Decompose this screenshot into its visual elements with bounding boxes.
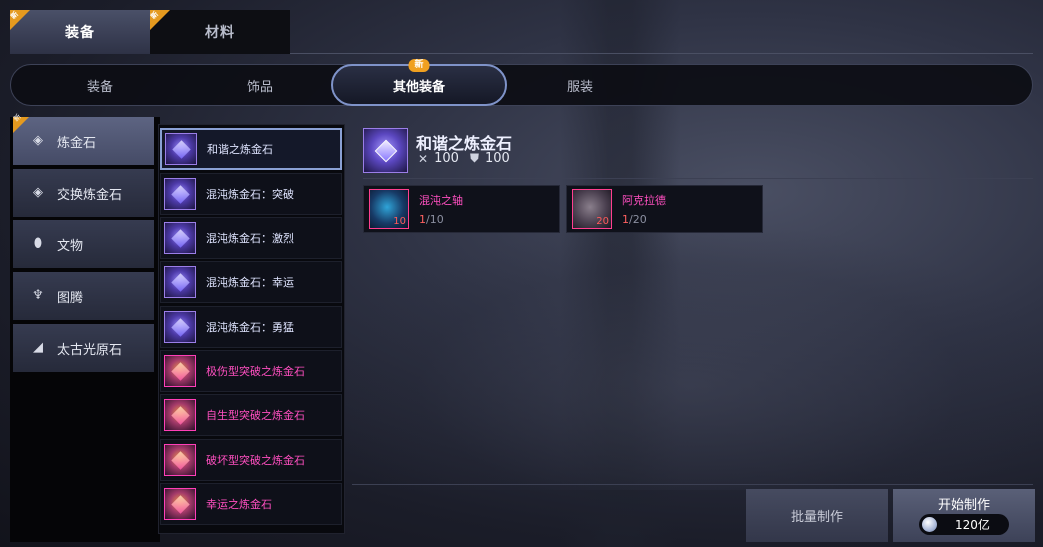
category-totem[interactable]: ♆ 图腾 (13, 272, 154, 320)
craft-cost: 120亿 (919, 514, 1009, 535)
item-thumbnail (165, 133, 197, 165)
totem-icon: ♆ (32, 288, 44, 303)
tab-equipment-label: 装备 (65, 25, 95, 41)
material-count: 1/10 (419, 213, 444, 226)
new-badge: 新 (408, 59, 430, 72)
item-thumbnail (164, 311, 196, 343)
attack-stat: ✕ 100 (418, 151, 459, 166)
gem-icon (171, 273, 190, 292)
gem-icon (171, 185, 190, 204)
subtab-label: 装备 (86, 79, 113, 95)
list-item[interactable]: 破坏型突破之炼金石 (160, 439, 342, 481)
subtab-other-equipment[interactable]: 新 其他装备 (331, 59, 507, 106)
material-info: 阿克拉德 1/20 (622, 192, 666, 226)
item-thumbnail (164, 355, 196, 387)
list-item[interactable]: 混沌炼金石：幸运 (160, 261, 342, 303)
detail-thumbnail (363, 128, 408, 173)
item-name: 混沌炼金石：突破 (206, 188, 294, 201)
crossed-swords-icon: ✕ (418, 151, 429, 166)
gem-icon (171, 451, 190, 470)
subtab-label: 饰品 (246, 79, 273, 95)
batch-craft-button[interactable]: 批量制作 (746, 489, 888, 542)
gem-icon (171, 318, 190, 337)
material-name: 阿克拉德 (622, 194, 666, 207)
gem-icon (171, 406, 190, 425)
material-level: 10 (393, 216, 406, 227)
item-thumbnail (164, 178, 196, 210)
bottom-divider (352, 484, 1033, 485)
item-name: 幸运之炼金石 (206, 498, 272, 511)
gem-icon (171, 362, 190, 381)
list-item[interactable]: 混沌炼金石：勇猛 (160, 306, 342, 348)
background-ridge (340, 230, 1040, 490)
subtab-accessories[interactable]: 饰品 (180, 64, 340, 106)
category-label: 交换炼金石 (57, 187, 123, 203)
new-corner-badge: 新 (12, 113, 29, 133)
exchange-stone-icon: ◈ (33, 185, 43, 200)
item-name: 破坏型突破之炼金石 (206, 454, 305, 467)
list-item[interactable]: 混沌炼金石：突破 (160, 173, 342, 215)
category-relic[interactable]: ⬮ 文物 (13, 220, 154, 268)
tab-equipment[interactable]: 新 装备 (9, 9, 150, 54)
item-name: 混沌炼金石：幸运 (206, 276, 294, 289)
category-label: 炼金石 (57, 135, 97, 151)
start-craft-button[interactable]: 开始制作 120亿 (893, 489, 1035, 542)
category-label: 太古光原石 (57, 342, 123, 358)
item-name: 和谐之炼金石 (207, 143, 273, 156)
cost-amount: 120亿 (955, 518, 990, 532)
material-slot[interactable]: 20 阿克拉德 1/20 (566, 185, 763, 233)
gem-icon (171, 495, 190, 514)
tab-divider (290, 53, 1033, 54)
item-name: 极伤型突破之炼金石 (206, 365, 305, 378)
item-thumbnail (164, 222, 196, 254)
gem-icon (171, 229, 190, 248)
alchemy-stone-icon: ◈ (33, 133, 43, 148)
material-level: 20 (596, 216, 609, 227)
material-count: 1/20 (622, 213, 647, 226)
new-corner-badge: 新 (149, 9, 170, 30)
item-name: 混沌炼金石：勇猛 (206, 321, 294, 334)
tab-materials-label: 材料 (205, 25, 235, 41)
item-thumbnail (164, 444, 196, 476)
list-item[interactable]: 和谐之炼金石 (160, 128, 342, 170)
new-corner-badge: 新 (9, 9, 30, 30)
attack-value: 100 (434, 151, 459, 166)
relic-icon: ⬮ (33, 236, 43, 251)
category-alchemy-stone[interactable]: 新 ◈ 炼金石 (12, 113, 154, 165)
item-thumbnail (164, 266, 196, 298)
material-name: 混沌之轴 (419, 194, 463, 207)
defense-value: 100 (485, 151, 510, 166)
list-item[interactable]: 混沌炼金石：激烈 (160, 217, 342, 259)
subtab-label: 服装 (566, 79, 593, 95)
item-thumbnail (164, 488, 196, 520)
silver-coin-icon (922, 517, 937, 532)
category-label: 图腾 (57, 290, 84, 306)
category-exchange-stone[interactable]: ◈ 交换炼金石 (13, 169, 154, 217)
material-slot[interactable]: 10 混沌之轴 1/10 (363, 185, 560, 233)
item-thumbnail (164, 399, 196, 431)
subtab-equipment[interactable]: 装备 (20, 64, 180, 106)
subtab-costume[interactable]: 服装 (500, 64, 660, 106)
shield-icon: ⛊ (470, 151, 480, 165)
gem-icon (172, 140, 191, 159)
detail-divider (363, 178, 1033, 179)
defense-stat: ⛊ 100 (470, 151, 510, 166)
item-name: 自生型突破之炼金石 (206, 409, 305, 422)
gem-icon (374, 139, 398, 163)
primordial-ore-icon: ◢ (33, 340, 43, 355)
list-item[interactable]: 自生型突破之炼金石 (160, 394, 342, 436)
material-thumbnail: 20 (572, 189, 612, 229)
category-label: 文物 (57, 238, 84, 254)
batch-craft-label: 批量制作 (790, 510, 843, 525)
list-item[interactable]: 极伤型突破之炼金石 (160, 350, 342, 392)
material-info: 混沌之轴 1/10 (419, 192, 463, 226)
subtab-label: 其他装备 (392, 79, 445, 95)
tab-materials[interactable]: 新 材料 (149, 9, 290, 54)
start-craft-label: 开始制作 (937, 498, 990, 513)
category-primordial-ore[interactable]: ◢ 太古光原石 (13, 324, 154, 372)
material-thumbnail: 10 (369, 189, 409, 229)
list-item[interactable]: 幸运之炼金石 (160, 483, 342, 525)
item-name: 混沌炼金石：激烈 (206, 232, 294, 245)
